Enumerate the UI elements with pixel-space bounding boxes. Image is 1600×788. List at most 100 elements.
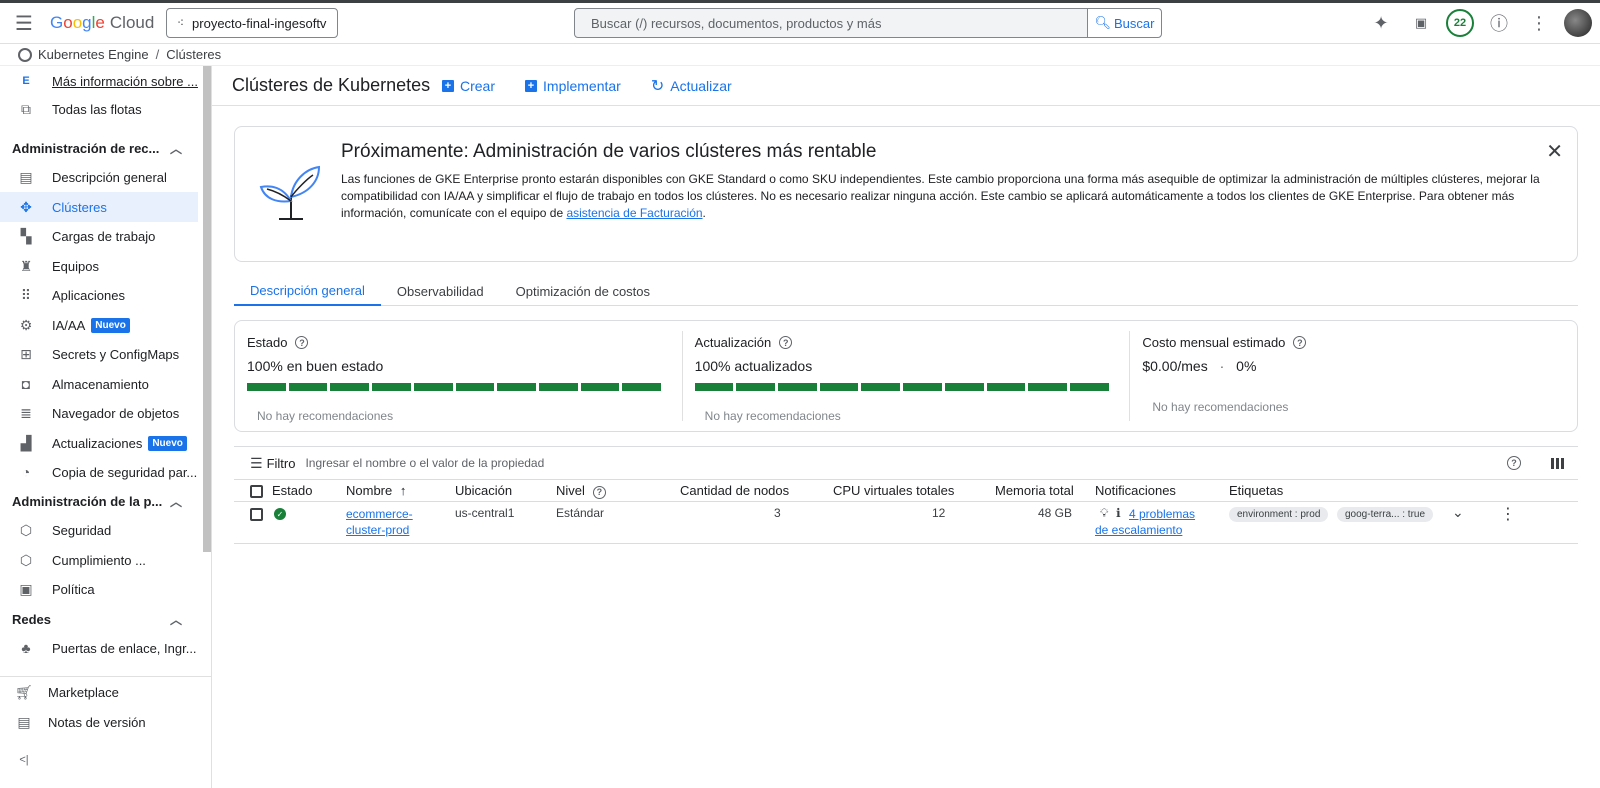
header-notificaciones[interactable]: Notificaciones [1095, 483, 1176, 498]
sidebar-item-navegador-objetos[interactable]: ≣ Navegador de objetos [0, 398, 198, 428]
header-nivel[interactable]: Nivel? [556, 483, 606, 499]
sort-arrow-icon: ↑ [399, 483, 407, 498]
chevron-up-icon: ︿ [169, 141, 182, 156]
sidebar-item-marketplace[interactable]: 🛒︎ Marketplace [0, 677, 211, 707]
select-all-checkbox[interactable] [250, 485, 263, 498]
label-chip[interactable]: goog-terra... : true [1337, 507, 1434, 522]
filter-icon: ☰ [250, 454, 263, 471]
refresh-icon: ↻ [650, 77, 665, 95]
chevron-down-icon[interactable]: ⌄ [1452, 504, 1464, 521]
sidebar-item-almacenamiento[interactable]: ◘ Almacenamiento [0, 369, 198, 399]
chevron-up-icon: ︿ [169, 612, 182, 627]
sidebar-item-puertas-enlace[interactable]: ♣ Puertas de enlace, Ingr... [0, 633, 198, 663]
sidebar-item-aplicaciones[interactable]: ⠿ Aplicaciones [0, 280, 198, 310]
sidebar-item-cumplimiento[interactable]: ⬡ Cumplimiento ... [0, 545, 198, 575]
tab-observabilidad[interactable]: Observabilidad [381, 276, 500, 306]
help-icon[interactable]: ? [592, 485, 606, 499]
release-notes-icon: ▤ [17, 713, 31, 730]
header-ubicacion[interactable]: Ubicación [455, 483, 512, 498]
tab-descripcion-general[interactable]: Descripción general [234, 276, 381, 306]
sidebar-item-politica[interactable]: ▣ Política [0, 574, 198, 604]
label-chip[interactable]: environment : prod [1229, 507, 1329, 522]
backup-icon: ◔ [21, 464, 31, 480]
shield-icon: ⬡ [19, 521, 33, 538]
menu-icon[interactable]: ☰ [2, 3, 46, 43]
help-icon[interactable]: ? [779, 336, 793, 349]
page-title: Clústeres de Kubernetes [232, 75, 431, 95]
collapse-icon: <| [19, 754, 29, 766]
sidebar-item-descripcion-general[interactable]: ▤ Descripción general [0, 162, 198, 192]
stat-costo-rec: No hay recomendaciones [1152, 400, 1289, 414]
sidebar-item-todas-las-flotas[interactable]: ⧉ Todas las flotas [0, 94, 198, 124]
more-vert-icon[interactable]: ⋮ [1524, 8, 1554, 38]
header-memoria[interactable]: Memoria total [995, 483, 1074, 498]
update-progress-bar [694, 383, 1109, 391]
search-input[interactable]: Buscar (/) recursos, documentos, product… [575, 9, 1087, 37]
main-content: Clústeres de Kubernetes + Crear + Implem… [212, 66, 1600, 788]
search-bar[interactable]: Buscar (/) recursos, documentos, product… [574, 8, 1162, 38]
header-nombre[interactable]: Nombre ↑ [346, 483, 406, 498]
header-etiquetas[interactable]: Etiquetas [1229, 483, 1283, 498]
filter-bar: ☰ Filtro Ingresar el nombre o el valor d… [234, 446, 1578, 480]
collapse-sidebar-button[interactable]: <| [0, 745, 211, 775]
filter-input[interactable]: Ingresar el nombre o el valor de la prop… [305, 456, 544, 470]
plant-icon [259, 165, 321, 220]
deploy-button[interactable]: + Implementar [525, 78, 621, 94]
billing-support-link[interactable]: asistencia de Facturación [566, 206, 702, 220]
project-icon: ⁖ [177, 16, 185, 30]
sidebar-section-redes[interactable]: Redes ︿ [12, 607, 182, 631]
check-circle-icon: ✓ [274, 508, 286, 520]
sidebar-section-admin-plataforma[interactable]: Administración de la p... ︿ [12, 489, 182, 513]
table-row: ✓ ecommerce-cluster-prod us-central1 Est… [234, 502, 1578, 544]
top-actions: ✦ ▣ 22 ⓘ ⋮ [1366, 8, 1592, 38]
notifications-link[interactable]: 4 problemas de escalamiento [1095, 506, 1195, 538]
sidebar-item-notas-version[interactable]: ▤ Notas de versión [0, 707, 211, 737]
list-icon: ≣ [20, 404, 32, 421]
avatar[interactable] [1564, 9, 1592, 37]
tab-optimizacion-costos[interactable]: Optimización de costos [500, 276, 666, 306]
sidebar-item-cargas-de-trabajo[interactable]: ▚ Cargas de trabajo [0, 221, 198, 251]
more-vert-icon[interactable]: ⋮ [1500, 504, 1516, 524]
row-checkbox[interactable] [250, 508, 263, 521]
search-button[interactable]: 🔍︎ Buscar [1087, 9, 1161, 37]
gemini-icon[interactable]: ✦ [1366, 8, 1396, 38]
project-selector[interactable]: ⁖ proyecto-final-ingesoftv [166, 8, 338, 38]
cluster-vcpus: 12 [932, 506, 946, 520]
compliance-icon: ⬡ [19, 551, 33, 568]
column-display-icon[interactable] [1551, 457, 1564, 469]
help-icon[interactable]: ⓘ [1484, 8, 1514, 38]
cluster-tier: Estándar [556, 506, 605, 520]
sidebar-item-ia-aa[interactable]: ⚙ IA/AA Nuevo [0, 310, 198, 340]
cluster-name-link[interactable]: ecommerce-cluster-prod [346, 506, 413, 538]
breadcrumb-separator: / [155, 47, 160, 62]
breadcrumb-product[interactable]: Kubernetes Engine [38, 47, 149, 62]
create-button[interactable]: + Crear [442, 78, 495, 94]
sidebar-section-admin-recursos[interactable]: Administración de rec... ︿ [12, 136, 182, 160]
sidebar-item-clusteres[interactable]: ✥ Clústeres [0, 192, 198, 222]
sidebar-item-mas-informacion[interactable]: E Más información sobre ... [0, 66, 198, 96]
help-icon[interactable]: ? [1507, 456, 1521, 470]
sidebar-item-seguridad[interactable]: ⬡ Seguridad [0, 515, 198, 545]
sidebar-item-copia-seguridad[interactable]: ◔ Copia de seguridad par... [0, 457, 198, 487]
help-icon[interactable]: ? [295, 336, 309, 349]
workloads-icon: ▚ [20, 227, 32, 244]
sidebar-item-secrets[interactable]: ⊞ Secrets y ConfigMaps [0, 339, 198, 369]
sidebar-item-actualizaciones[interactable]: ▟ Actualizaciones Nuevo [0, 428, 198, 458]
sidebar-bottom: 🛒︎ Marketplace ▤ Notas de versión <| [0, 676, 211, 788]
apps-icon: ⠿ [20, 286, 32, 303]
header-cantidad-nodos[interactable]: Cantidad de nodos [680, 483, 789, 498]
sidebar-scrollbar[interactable] [203, 66, 211, 552]
sidebar-item-equipos[interactable]: ♜ Equipos [0, 251, 198, 281]
breadcrumb: Kubernetes Engine / Clústeres [0, 44, 1600, 66]
refresh-button[interactable]: ↻ Actualizar [651, 76, 732, 96]
fleets-icon: ⧉ [21, 100, 31, 117]
stat-costo: Costo mensual estimado? $0.00/mes · 0% N… [1130, 331, 1577, 421]
notifications-badge[interactable]: 22 [1446, 9, 1474, 37]
header-cpu-virtuales[interactable]: CPU virtuales totales [833, 483, 954, 498]
stat-estado-rec: No hay recomendaciones [257, 409, 394, 423]
cloud-shell-icon[interactable]: ▣ [1406, 8, 1436, 38]
google-cloud-logo[interactable]: Google Cloud [50, 13, 154, 33]
close-icon[interactable]: ✕ [1546, 139, 1563, 164]
help-icon[interactable]: ? [1293, 336, 1307, 349]
stat-actualizacion: Actualización? 100% actualizados No hay … [683, 331, 1131, 423]
